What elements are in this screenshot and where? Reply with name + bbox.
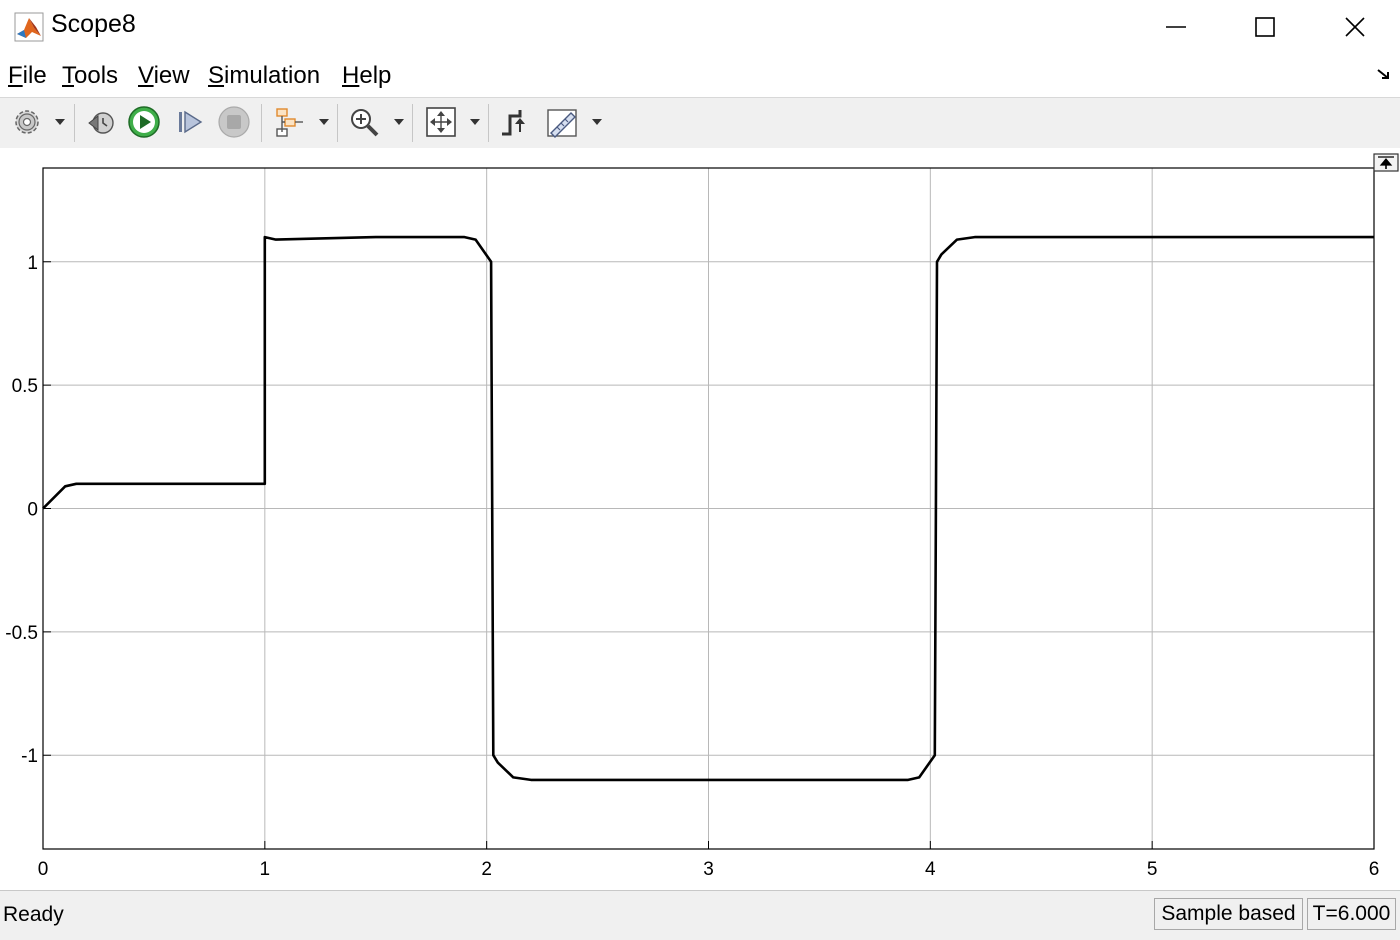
simulation-time-indicator: T=6.000: [1307, 898, 1396, 930]
x-tick-label: 3: [703, 859, 714, 880]
y-tick-label: 0.5: [12, 376, 38, 397]
menu-simulation[interactable]: Simulation: [208, 62, 320, 90]
x-tick-label: 6: [1369, 859, 1380, 880]
expand-legend-button[interactable]: [1373, 153, 1399, 172]
dropdown-arrow-icon: [319, 119, 329, 125]
step-back-icon: [88, 112, 114, 134]
zoom-in-button[interactable]: [345, 102, 383, 142]
x-tick-label: 2: [481, 859, 492, 880]
dock-arrow-icon[interactable]: [1376, 68, 1392, 82]
x-tick-label: 1: [260, 859, 271, 880]
menu-view[interactable]: View: [138, 62, 190, 90]
close-icon: [1345, 17, 1365, 37]
menu-file-mnemonic: F: [8, 62, 23, 89]
run-button[interactable]: [125, 102, 163, 142]
menu-tools-label: ools: [74, 62, 119, 89]
status-text: Ready: [3, 903, 64, 926]
settings-gear-icon: [15, 110, 39, 134]
triggers-icon: [502, 110, 525, 136]
signal-highlight-button[interactable]: [270, 102, 308, 142]
dropdown-arrow-icon: [592, 119, 602, 125]
menu-help-label: elp: [359, 62, 392, 89]
window-title: Scope8: [51, 10, 136, 38]
zoom-in-icon: [351, 109, 379, 137]
settings-dropdown[interactable]: [53, 102, 67, 142]
scope-plot[interactable]: 0 1 2 3 4 5 6 -1 -0.5 0 0.5 1: [0, 148, 1400, 890]
menu-file[interactable]: File: [8, 62, 47, 90]
menu-view-mnemonic: V: [138, 62, 154, 89]
minimize-button[interactable]: [1131, 0, 1221, 54]
step-back-button[interactable]: [82, 102, 120, 142]
menu-view-label: iew: [153, 62, 190, 89]
title-bar: Scope8: [0, 0, 1400, 54]
dropdown-arrow-icon: [55, 119, 65, 125]
signal-highlight-dropdown[interactable]: [317, 102, 331, 142]
menu-help[interactable]: Help: [342, 62, 391, 90]
status-bar: Ready Sample based T=6.000: [0, 890, 1400, 940]
triggers-button[interactable]: [496, 102, 532, 142]
cursor-measurements-button[interactable]: [542, 102, 582, 142]
toolbar-separator: [261, 104, 262, 142]
menu-help-mnemonic: H: [342, 62, 360, 89]
measurements-dropdown[interactable]: [590, 102, 604, 142]
x-tick-label: 5: [1147, 859, 1158, 880]
toolbar: [0, 97, 1400, 149]
settings-button[interactable]: [8, 102, 46, 142]
dropdown-arrow-icon: [394, 119, 404, 125]
toolbar-separator: [337, 104, 338, 142]
cursor-measurements-icon: [547, 109, 577, 138]
sample-mode-indicator: Sample based: [1154, 898, 1303, 930]
stop-button[interactable]: [215, 102, 253, 142]
y-tick-label: 1: [27, 253, 38, 274]
menu-file-label: ile: [22, 62, 47, 89]
stop-icon: [218, 106, 250, 138]
autoscale-icon: [426, 107, 456, 137]
signal-highlight-icon: [276, 108, 303, 137]
autoscale-dropdown[interactable]: [468, 102, 482, 142]
maximize-button[interactable]: [1220, 0, 1310, 54]
dropdown-arrow-icon: [470, 119, 480, 125]
y-tick-label: 0: [27, 500, 38, 521]
matlab-app-icon: [14, 12, 44, 42]
toolbar-separator: [412, 104, 413, 142]
y-tick-label: -0.5: [5, 623, 38, 644]
zoom-dropdown[interactable]: [392, 102, 406, 142]
scope-display[interactable]: 0 1 2 3 4 5 6 -1 -0.5 0 0.5 1: [0, 148, 1400, 890]
menu-bar: File Tools View Simulation Help: [0, 54, 1400, 98]
minimize-icon: [1166, 26, 1186, 28]
step-forward-button[interactable]: [170, 102, 208, 142]
y-tick-label: -1: [21, 746, 38, 767]
x-tick-label: 4: [925, 859, 936, 880]
menu-simulation-mnemonic: S: [208, 62, 225, 89]
menu-tools-mnemonic: T: [62, 62, 74, 89]
toolbar-separator: [74, 104, 75, 142]
step-forward-icon: [179, 110, 203, 134]
run-icon: [128, 106, 160, 138]
autoscale-button[interactable]: [421, 102, 461, 142]
menu-simulation-label: imulation: [224, 62, 321, 89]
toolbar-separator: [488, 104, 489, 142]
close-button[interactable]: [1310, 0, 1400, 54]
maximize-icon: [1255, 17, 1275, 37]
x-tick-label: 0: [38, 859, 49, 880]
menu-tools[interactable]: Tools: [62, 62, 118, 90]
